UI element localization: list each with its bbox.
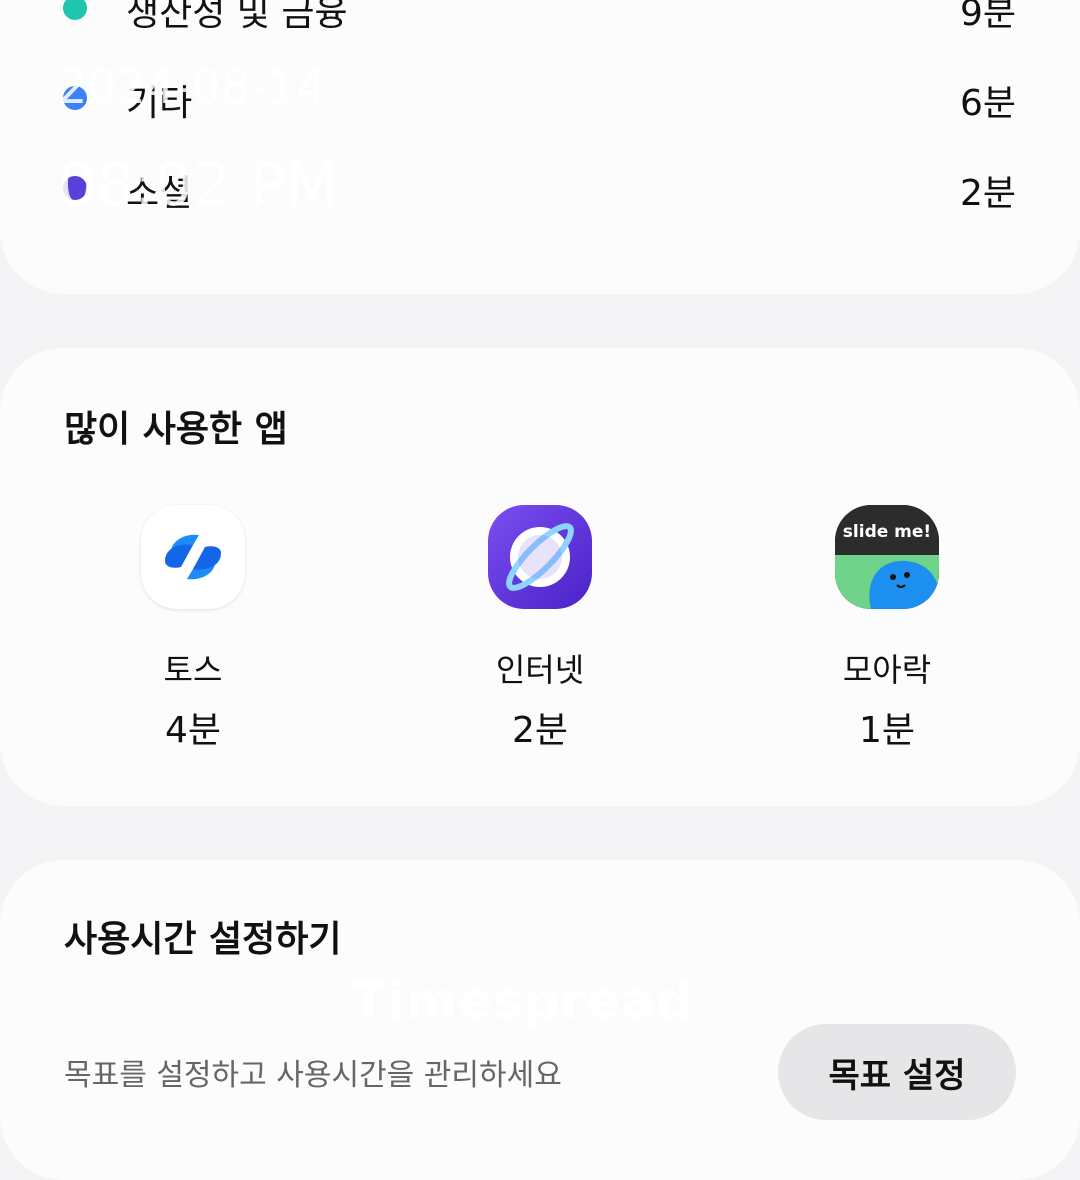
app-time: 4분: [164, 710, 222, 751]
most-used-apps-title: 많이 사용한 앱: [64, 409, 288, 450]
category-value: 9분: [959, 0, 1016, 34]
category-value: 2분: [959, 173, 1016, 214]
time-settings-title: 사용시간 설정하기: [64, 919, 342, 960]
category-value: 6분: [959, 83, 1016, 124]
app-name: 인터넷: [495, 651, 585, 689]
app-name: 토스: [163, 651, 223, 689]
app-item-internet[interactable]: 인터넷 2분: [420, 505, 660, 753]
category-card: [0, 0, 1080, 294]
app-time: 1분: [858, 710, 916, 751]
moarak-icon-text: slide me!: [843, 522, 931, 542]
time-settings-description: 목표를 설정하고 사용시간을 관리하세요: [64, 1058, 562, 1093]
app-item-toss[interactable]: 토스 4분: [73, 505, 313, 753]
internet-icon: [488, 505, 592, 609]
category-row-productivity[interactable]: 생산성 및 금융 9분: [60, 0, 1016, 38]
overlay-time: 08:02 PM: [58, 150, 338, 220]
set-goal-button[interactable]: 목표 설정: [778, 1024, 1016, 1120]
watermark: Timespread: [352, 972, 693, 1030]
overlay-date: 2024-08-14: [58, 60, 326, 114]
app-item-moarak[interactable]: slide me! 모아락 1분: [767, 505, 1007, 753]
app-name: 모아락: [842, 651, 932, 689]
moarak-icon: slide me!: [835, 505, 939, 609]
category-dot: [63, 0, 87, 20]
app-time: 2분: [511, 710, 569, 751]
category-label: 생산성 및 금융: [126, 0, 348, 34]
toss-icon: [141, 505, 245, 609]
